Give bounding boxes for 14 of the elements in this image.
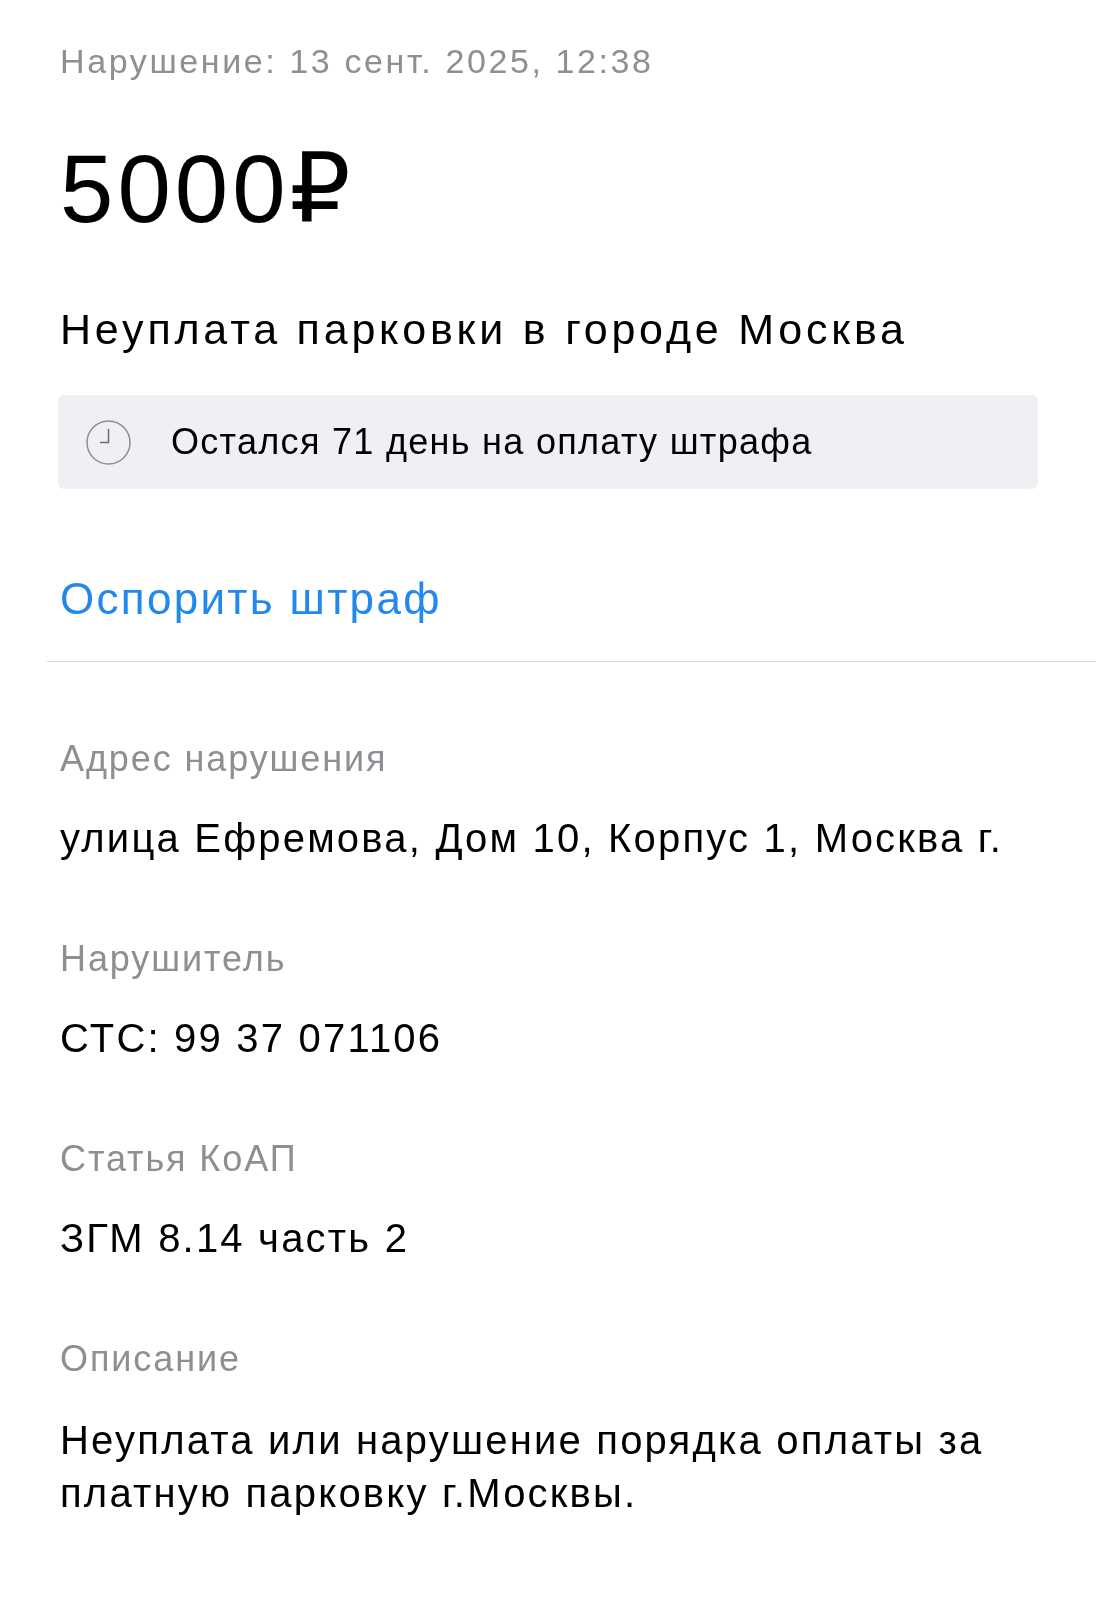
detail-label: Адрес нарушения	[60, 737, 388, 781]
detail-value: Неуплата или нарушение порядка оплаты за платную парковку г.Москвы.	[60, 1417, 985, 1517]
detail-label: Нарушитель	[60, 937, 287, 981]
detail-value: ЗГМ 8.14 часть 2	[60, 1215, 410, 1262]
violation-date: Нарушение: 13 сент. 2025, 12:38	[60, 41, 654, 81]
detail-value: улица Ефремова, Дом 10, Корпус 1, Москва г.	[60, 815, 1003, 862]
detail-value: СТС: 99 37 071106	[60, 1015, 443, 1062]
clock-icon	[86, 419, 131, 465]
fine-amount: 5000₽	[60, 134, 355, 244]
detail-label: Описание	[60, 1337, 241, 1381]
deadline-text: Остался 71 день на оплату штрафа	[171, 420, 813, 464]
detail-label: Статья КоАП	[60, 1137, 298, 1181]
violation-title: Неуплата парковки в городе Москва	[60, 304, 908, 354]
dispute-fine-link[interactable]: Оспорить штраф	[60, 573, 442, 625]
